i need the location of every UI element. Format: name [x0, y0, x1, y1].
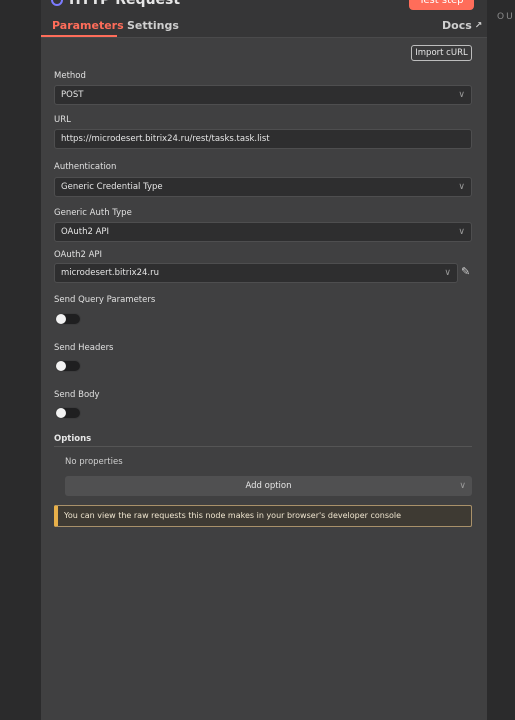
docs-link[interactable]: Docs ↗ [442, 19, 482, 32]
import-curl-button[interactable]: Import cURL [411, 45, 472, 61]
method-select[interactable]: POST ∨ [54, 85, 472, 105]
tab-parameters[interactable]: Parameters [52, 19, 124, 32]
authentication-select[interactable]: Generic Credential Type ∨ [54, 177, 472, 197]
chevron-down-icon: ∨ [444, 268, 451, 278]
send-body-toggle[interactable] [55, 407, 81, 419]
add-option-button[interactable]: Add option ∨ [65, 476, 472, 496]
node-title[interactable]: HTTP Request [69, 0, 180, 8]
pencil-icon[interactable]: ✎ [461, 265, 470, 278]
chevron-down-icon: ∨ [458, 90, 465, 100]
options-divider [54, 446, 472, 447]
toggle-knob [56, 408, 66, 418]
authentication-label: Authentication [54, 162, 117, 172]
url-label: URL [54, 115, 71, 125]
send-query-toggle[interactable] [55, 313, 81, 325]
url-input[interactable]: https://microdesert.bitrix24.ru/rest/tas… [54, 129, 472, 149]
node-parameters-panel: HTTP Request Test step Parameters Settin… [41, 0, 487, 720]
oauth2-credential-value: microdesert.bitrix24.ru [61, 268, 160, 278]
panel-header: HTTP Request Test step Parameters Settin… [41, 0, 487, 38]
tab-settings[interactable]: Settings [127, 19, 179, 32]
chevron-down-icon: ∨ [458, 227, 465, 237]
external-link-icon: ↗ [474, 20, 483, 31]
active-tab-indicator [41, 35, 117, 37]
oauth2-api-label: OAuth2 API [54, 250, 103, 260]
node-title-group: HTTP Request [51, 0, 180, 8]
send-query-label: Send Query Parameters [54, 295, 156, 305]
generic-auth-type-select[interactable]: OAuth2 API ∨ [54, 222, 472, 242]
toggle-knob [56, 314, 66, 324]
method-label: Method [54, 71, 86, 81]
output-panel-label: OU [497, 12, 515, 22]
oauth2-credential-select[interactable]: microdesert.bitrix24.ru ∨ [54, 263, 458, 283]
output-panel-strip [487, 0, 515, 720]
toggle-knob [56, 361, 66, 371]
chevron-down-icon: ∨ [459, 481, 466, 491]
authentication-value: Generic Credential Type [61, 182, 163, 192]
send-headers-toggle[interactable] [55, 360, 81, 372]
method-value: POST [61, 90, 84, 100]
url-value: https://microdesert.bitrix24.ru/rest/tas… [61, 134, 270, 144]
generic-auth-type-value: OAuth2 API [61, 227, 110, 237]
chevron-down-icon: ∨ [458, 182, 465, 192]
send-body-label: Send Body [54, 390, 100, 400]
add-option-label: Add option [245, 481, 292, 491]
developer-console-notice: You can view the raw requests this node … [54, 505, 472, 527]
docs-label: Docs [442, 19, 472, 32]
canvas-left-strip [0, 0, 41, 720]
no-properties-text: No properties [65, 457, 123, 467]
send-headers-label: Send Headers [54, 343, 114, 353]
test-step-button[interactable]: Test step [409, 0, 474, 10]
globe-icon [51, 0, 63, 6]
options-heading: Options [54, 434, 92, 444]
generic-auth-type-label: Generic Auth Type [54, 208, 132, 218]
